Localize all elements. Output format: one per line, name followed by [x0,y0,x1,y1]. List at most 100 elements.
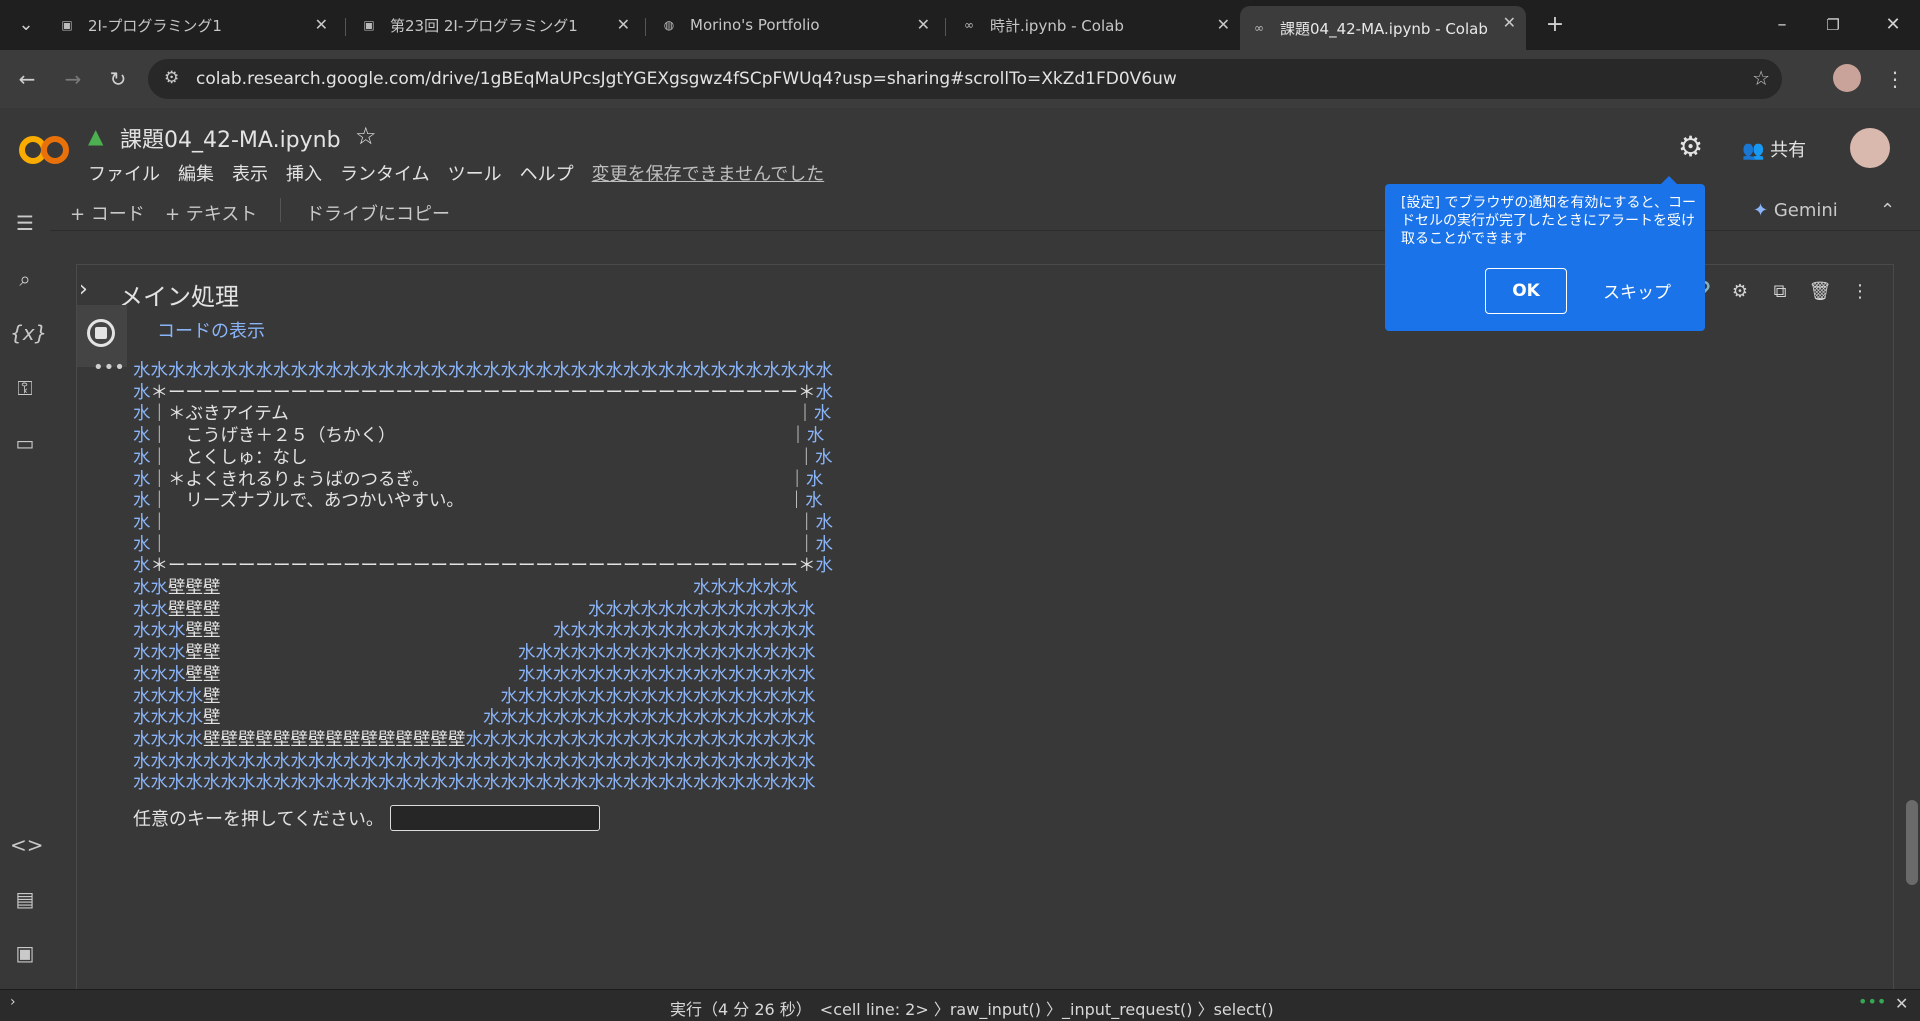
colab-icon: ∞ [964,18,974,32]
classroom-icon: ▣ [363,18,375,32]
star-icon[interactable]: ☆ [355,122,377,150]
output-line: 水｜ ｜水 [133,512,833,533]
output-line: 水水水水水水水水水水水水水水水水水水水水水水水水水水水水水水水水水水水水水水水 [133,751,816,772]
tab-2[interactable]: ▣ 第23回 2I-プログラミング1 ✕ [350,8,640,42]
output-line: 水水壁壁壁 水水水水水水 [133,578,798,599]
close-status-icon[interactable]: ✕ [1895,994,1908,1013]
skip-button[interactable]: スキップ [1603,278,1671,303]
code-cell[interactable]: 🔗 ⚙ ⧉ 🗑 ⋮ › メイン処理 コードの表示 ••• 水水水水水水水水水水水… [76,264,1894,996]
menu-bar: ファイル 編集 表示 挿入 ランタイム ツール ヘルプ 変更を保存できませんでし… [88,160,842,186]
share-button[interactable]: 👥 共有 [1742,136,1806,162]
code-snippets-icon[interactable]: <> [10,830,44,860]
cell-output: 水水水水水水水水水水水水水水水水水水水水水水水水水水水水水水水水水水水水水水水水… [133,361,833,795]
output-line: 水｜ とくしゅ：なし ｜水 [133,447,833,468]
output-line: 水＊ーーーーーーーーーーーーーーーーーーーーーーーーーーーーーーーーーーーー＊水 [133,556,833,577]
expand-icon[interactable]: › [10,994,16,1010]
delete-icon[interactable]: 🗑 [1805,277,1835,307]
runtime-status-icon[interactable]: ••• [1858,992,1886,1011]
collapse-toolbar-icon[interactable]: ⌃ [1880,200,1895,221]
close-icon[interactable]: ✕ [617,15,630,34]
output-line: 水水水水水水水水水水水水水水水水水水水水水水水水水水水水水水水水水水水水水水水 [133,773,816,794]
colab-icon: ∞ [1254,21,1264,35]
output-line: 水水水壁壁 水水水水水水水水水水水水水水水水水 [133,664,816,685]
command-palette-icon[interactable]: ▤ [10,884,40,914]
notebook-title[interactable]: 課題04_42-MA.ipynb [120,122,341,154]
more-options-icon[interactable]: ⋮ [1845,277,1875,307]
forward-button[interactable]: → [58,64,88,94]
close-window-button[interactable]: ✕ [1873,10,1913,40]
close-icon[interactable]: ✕ [917,15,930,34]
output-line: 水水水水水水水水水水水水水水水水水水水水水水水水水水水水水水水水水水水水水水水水 [133,361,833,381]
output-line: 水｜＊ぶきアイテム ｜水 [133,404,832,425]
output-line: 水｜＊よくきれるりょうばのつるぎ。 ｜水 [133,469,824,490]
output-line: 水｜ こうげき＋２５（ちかく） ｜水 [133,426,825,447]
output-menu-icon[interactable]: ••• [93,357,125,378]
tab-3[interactable]: ◍ Morino's Portfolio ✕ [650,8,940,42]
section-title: メイン処理 [119,283,239,311]
colab-logo[interactable] [16,130,72,170]
user-avatar[interactable] [1850,128,1890,168]
menu-runtime[interactable]: ランタイム [340,160,430,186]
execution-status: 実行（4 分 26 秒） <cell line: 2> 〉raw_input()… [670,1000,1274,1019]
show-code-link[interactable]: コードの表示 [157,317,265,343]
colab-header: ▲ 課題04_42-MA.ipynb ☆ ファイル 編集 表示 挿入 ランタイム… [0,108,1920,190]
popup-text: [設定] でブラウザの通知を有効にすると、コードセルの実行が完了したときにアラー… [1401,195,1696,247]
output-line: 水水壁壁壁 水水水水水水水水水水水水水 [133,599,816,620]
menu-insert[interactable]: 挿入 [286,160,322,186]
tab-4[interactable]: ∞ 時計.ipynb - Colab ✕ [950,8,1240,42]
chevron-right-icon[interactable]: › [79,277,88,302]
menu-view[interactable]: 表示 [232,160,268,186]
output-line: 水水水水壁 水水水水水水水水水水水水水水水水水水水 [133,708,816,729]
address-bar[interactable]: ⚙ colab.research.google.com/drive/1gBEqM… [148,59,1782,99]
menu-tools[interactable]: ツール [448,160,502,186]
variables-icon[interactable]: {x} [10,318,47,348]
restore-button[interactable]: ❐ [1813,10,1853,40]
table-of-contents-icon[interactable]: ☰ [10,208,40,238]
tab-search-icon[interactable]: ⌄ [6,10,46,40]
tab-1[interactable]: ▣ 2I-プログラミング1 ✕ [48,8,338,42]
ok-button[interactable]: OK [1485,268,1567,314]
input-prompt-row: 任意のキーを押してください。 [133,805,600,831]
output-line: 水水水壁壁 水水水水水水水水水水水水水水水 [133,621,816,642]
output-line: 水水水壁壁 水水水水水水水水水水水水水水水水水 [133,643,816,664]
minimize-button[interactable]: – [1762,10,1802,40]
add-code-button[interactable]: + コード [70,200,145,226]
status-bar: › 実行（4 分 26 秒） <cell line: 2> 〉raw_input… [0,989,1920,1021]
menu-file[interactable]: ファイル [88,160,160,186]
copy-to-drive-button[interactable]: ドライブにコピー [306,200,450,226]
classroom-icon: ▣ [61,18,73,32]
search-icon[interactable]: ⌕ [10,264,40,294]
unsaved-notice[interactable]: 変更を保存できませんでした [592,160,825,186]
output-line: 水｜ ｜水 [133,534,833,555]
close-icon[interactable]: ✕ [315,15,328,34]
profile-avatar[interactable] [1833,64,1861,92]
cell-toolbar: 🔗 ⚙ ⧉ 🗑 ⋮ [1685,277,1875,307]
new-tab-button[interactable]: + [1535,10,1575,40]
close-icon[interactable]: ✕ [1217,15,1230,34]
globe-icon: ◍ [663,18,675,32]
mirror-cell-icon[interactable]: ⧉ [1765,277,1795,307]
add-text-button[interactable]: + テキスト [165,200,257,226]
stdin-input[interactable] [389,805,600,831]
terminal-icon[interactable]: ▣ [10,938,40,968]
scrollbar-thumb[interactable] [1906,800,1918,885]
people-icon: 👥 [1742,140,1771,161]
output-line: 水水水水壁 水水水水水水水水水水水水水水水水水水 [133,686,816,707]
menu-help[interactable]: ヘルプ [520,160,574,186]
browser-tab-bar: ⌄ ▣ 2I-プログラミング1 ✕ ▣ 第23回 2I-プログラミング1 ✕ ◍… [0,0,1920,50]
menu-edit[interactable]: 編集 [178,160,214,186]
tab-5-active[interactable]: ∞ 課題04_42-MA.ipynb - Colab ✕ [1240,6,1526,50]
cell-settings-icon[interactable]: ⚙ [1725,277,1755,307]
back-button[interactable]: ← [12,64,42,94]
browser-menu-icon[interactable]: ⋮ [1880,64,1910,94]
close-icon[interactable]: ✕ [1503,13,1516,32]
site-info-icon[interactable]: ⚙ [164,68,179,88]
reload-button[interactable]: ↻ [103,64,133,94]
gemini-button[interactable]: ✦ Gemini [1753,200,1838,221]
settings-gear-icon[interactable]: ⚙ [1678,130,1703,163]
secrets-key-icon[interactable]: ⚿ [10,373,40,403]
notebook-area: 🔗 ⚙ ⧉ 🗑 ⋮ › メイン処理 コードの表示 ••• 水水水水水水水水水水水… [50,231,1905,996]
output-line: 水水水水壁壁壁壁壁壁壁壁壁壁壁壁壁壁壁水水水水水水水水水水水水水水水水水水水水 [133,729,816,750]
files-folder-icon[interactable]: ▭ [10,428,40,458]
bookmark-star-icon[interactable]: ☆ [1752,66,1770,90]
